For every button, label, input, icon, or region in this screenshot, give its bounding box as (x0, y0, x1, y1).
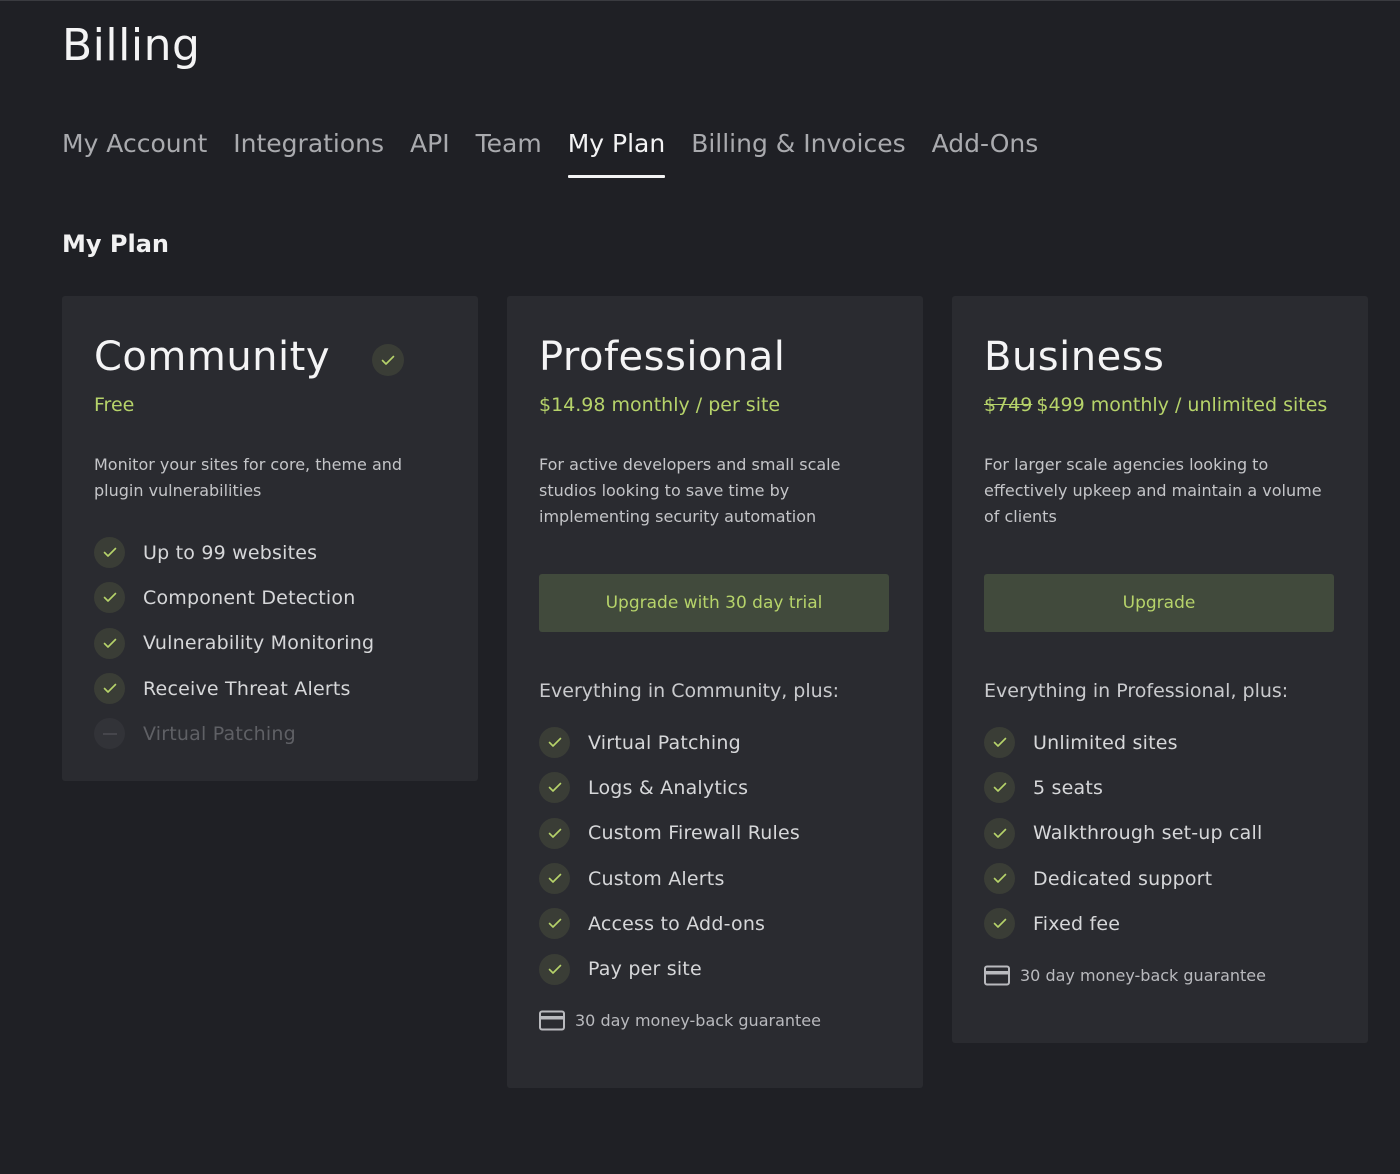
feature-label: Vulnerability Monitoring (143, 632, 375, 655)
feature-label: Receive Threat Alerts (143, 677, 351, 700)
page-title: Billing (62, 20, 201, 71)
feature-label: Custom Alerts (588, 867, 725, 890)
check-icon (94, 537, 125, 569)
list-item: Custom Firewall Rules (539, 811, 800, 856)
feature-label: 5 seats (1033, 776, 1104, 799)
feature-label: Dedicated support (1033, 867, 1213, 890)
plan-price: $14.98 monthly / per site (539, 394, 781, 416)
tab-add-ons[interactable]: Add-Ons (932, 126, 1039, 180)
feature-list: Unlimited sites 5 seats Walkthrough set-… (984, 720, 1262, 946)
feature-label: Up to 99 websites (143, 541, 318, 564)
credit-card-icon (539, 1010, 565, 1031)
feature-list: Virtual Patching Logs & Analytics Custom… (539, 720, 800, 992)
list-item: 5 seats (984, 765, 1262, 810)
tab-integrations[interactable]: Integrations (233, 126, 384, 180)
feature-label: Custom Firewall Rules (588, 822, 800, 845)
list-item: Access to Add-ons (539, 901, 800, 946)
check-icon (984, 772, 1015, 804)
check-icon (539, 727, 570, 759)
list-item: Custom Alerts (539, 856, 800, 901)
plan-name: Business (984, 334, 1165, 380)
plan-description: For active developers and small scale st… (539, 455, 841, 526)
list-item: Component Detection (94, 575, 374, 620)
plan-card-community: Community Free Monitor your sites for co… (62, 296, 478, 781)
check-icon (372, 344, 404, 376)
feature-label: Fixed fee (1033, 912, 1121, 935)
old-price: $749 (984, 394, 1033, 416)
list-item: Fixed fee (984, 901, 1262, 946)
tab-api[interactable]: API (410, 126, 450, 180)
feature-label: Component Detection (143, 586, 356, 609)
plan-description: Monitor your sites for core, theme and p… (94, 455, 403, 500)
plan-name: Community (94, 334, 331, 380)
feature-label: Pay per site (588, 958, 702, 981)
plan-name: Professional (539, 334, 786, 380)
check-icon (984, 863, 1015, 895)
list-item: Unlimited sites (984, 720, 1262, 765)
settings-tabs: My Account Integrations API Team My Plan… (62, 126, 1064, 180)
tab-team[interactable]: Team (476, 126, 542, 180)
list-item: Dedicated support (984, 856, 1262, 901)
feature-label: Virtual Patching (588, 731, 741, 754)
check-icon (94, 673, 125, 705)
plan-price: $749 $499 monthly / unlimited sites (984, 394, 1327, 416)
upgrade-trial-button[interactable]: Upgrade with 30 day trial (539, 574, 889, 632)
guarantee-note: 30 day money-back guarantee (539, 1010, 821, 1031)
section-title: My Plan (62, 230, 169, 258)
plan-card-professional: Professional $14.98 monthly / per site F… (507, 296, 923, 1088)
list-item: Virtual Patching (94, 711, 374, 756)
feature-list: Up to 99 websites Component Detection Vu… (94, 530, 374, 756)
feature-label: Unlimited sites (1033, 731, 1178, 754)
plus-heading: Everything in Community, plus: (539, 680, 839, 702)
check-icon (539, 953, 570, 985)
check-icon (539, 863, 570, 895)
tab-billing-invoices[interactable]: Billing & Invoices (691, 126, 905, 180)
list-item: Pay per site (539, 946, 800, 991)
plan-card-business: Business $749 $499 monthly / unlimited si… (952, 296, 1368, 1043)
check-icon (539, 772, 570, 804)
guarantee-text: 30 day money-back guarantee (575, 1011, 821, 1030)
dash-icon (94, 718, 125, 750)
plus-heading: Everything in Professional, plus: (984, 680, 1289, 702)
billing-page: Billing My Account Integrations API Team… (0, 0, 1400, 1174)
feature-label: Walkthrough set-up call (1033, 822, 1263, 845)
guarantee-text: 30 day money-back guarantee (1020, 966, 1266, 985)
check-icon (94, 582, 125, 614)
top-divider (0, 0, 1400, 1)
check-icon (539, 908, 570, 940)
check-icon (984, 908, 1015, 940)
list-item: Receive Threat Alerts (94, 666, 374, 711)
tab-my-account[interactable]: My Account (62, 126, 207, 180)
list-item: Logs & Analytics (539, 765, 800, 810)
list-item: Walkthrough set-up call (984, 811, 1262, 856)
check-icon (984, 817, 1015, 849)
upgrade-button[interactable]: Upgrade (984, 574, 1334, 632)
credit-card-icon (984, 965, 1010, 986)
current-price: $499 monthly / unlimited sites (1036, 394, 1328, 416)
check-icon (984, 727, 1015, 759)
guarantee-note: 30 day money-back guarantee (984, 965, 1266, 986)
plan-price: Free (94, 394, 135, 416)
check-icon (94, 627, 125, 659)
list-item: Up to 99 websites (94, 530, 374, 575)
check-icon (539, 817, 570, 849)
feature-label: Logs & Analytics (588, 776, 749, 799)
feature-label: Virtual Patching (143, 722, 296, 745)
plan-description: For larger scale agencies looking to eff… (984, 455, 1322, 526)
feature-label: Access to Add-ons (588, 912, 766, 935)
list-item: Virtual Patching (539, 720, 800, 765)
list-item: Vulnerability Monitoring (94, 621, 374, 666)
tab-my-plan[interactable]: My Plan (567, 126, 665, 180)
